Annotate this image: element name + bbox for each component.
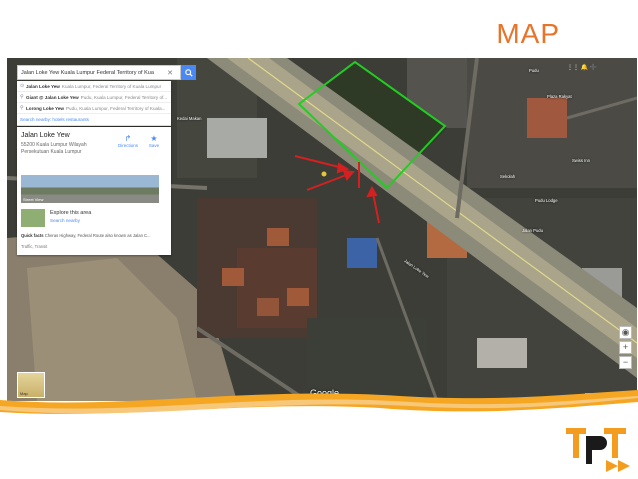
suggestion-title: Giant @ Jalan Loke Yew (26, 94, 79, 100)
suggestions-panel: ⊙ Jalan Loke Yew Kuala Lumpur, Federal T… (17, 81, 171, 126)
map-label: Plaza Rakyat (547, 94, 572, 99)
directions-button[interactable]: ↱ Directions (117, 134, 139, 148)
save-button[interactable]: ★ Save (143, 134, 165, 148)
place-address: 55200 Kuala Lumpur Wilayah Persekutuan K… (21, 142, 87, 155)
zoom-out-button[interactable]: − (619, 356, 632, 369)
street-view-thumbnail[interactable]: Street View (21, 175, 159, 203)
map-label: Sekolah (500, 174, 516, 179)
suggestion-title: Lorong Loke Yew (26, 105, 64, 111)
save-label: Save (148, 143, 160, 148)
notifications-icon[interactable]: 🔔 (581, 65, 588, 71)
street-view-label: Street View (23, 197, 44, 202)
map-label: Swiss Inn (572, 158, 590, 163)
place-name: Jalan Loke Yew (21, 132, 70, 139)
search-box[interactable]: ✕ (17, 65, 181, 80)
explore-title: Explore this area (50, 210, 92, 216)
map-label: Jalan Pudu (522, 228, 543, 233)
explore-thumbnail (21, 209, 45, 227)
suggestion-title: Jalan Loke Yew (26, 83, 60, 89)
zoom-controls: ◉ + − (619, 326, 632, 378)
search-nearby-link[interactable]: Search nearby: hotels restaurants (17, 114, 171, 126)
tpt-logo (566, 428, 630, 472)
apps-icon[interactable]: ⋮⋮ (567, 65, 579, 71)
zoom-in-button[interactable]: + (619, 341, 632, 354)
directions-icon: ↱ (124, 134, 132, 143)
search-icon (184, 68, 193, 77)
map-toolbar[interactable]: ⋮⋮ 🔔 ➕ (567, 64, 597, 71)
map-label: Pudu Lodge (535, 198, 558, 203)
map-label: Kedai Makan (177, 116, 202, 121)
explore-link[interactable]: Search nearby (50, 218, 80, 223)
suggestion-item[interactable]: ⚲ Lorong Loke Yew Pudu, Kuala Lumpur, Fe… (17, 103, 171, 114)
suggestion-item[interactable]: ⚲ Giant @ Jalan Loke Yew Pudu, Kuala Lum… (17, 92, 171, 103)
map-label: Pudu (529, 68, 539, 73)
star-icon: ★ (150, 134, 158, 143)
suggestion-subtitle: Pudu, Kuala Lumpur, Federal Territory of… (65, 105, 166, 111)
search-input[interactable] (18, 69, 166, 76)
suggestion-subtitle: Kuala Lumpur, Federal Territory of Kuala… (61, 83, 162, 89)
satellite-map[interactable]: Pudu Jalan Loke Yew Kedai Makan Pudu Lod… (7, 58, 637, 401)
suggestion-subtitle: Pudu, Kuala Lumpur, Federal Territory of… (80, 94, 168, 100)
share-icon[interactable]: ➕ (590, 65, 597, 71)
quick-facts: Quick facts Cheras Highway, Federal Rout… (21, 233, 167, 238)
search-button[interactable] (181, 65, 196, 80)
decorative-wave (0, 390, 638, 414)
close-icon[interactable]: ✕ (166, 69, 174, 77)
quick-facts-text: Cheras Highway, Federal Route also known… (44, 233, 151, 238)
slide-title: MAP (496, 18, 560, 49)
quick-facts-label: Quick facts (21, 233, 44, 238)
place-card: Jalan Loke Yew 55200 Kuala Lumpur Wilaya… (17, 127, 171, 255)
explore-area[interactable]: Explore this area Search nearby (21, 207, 167, 229)
compass-icon[interactable]: ◉ (619, 326, 632, 339)
directions-label: Directions (117, 143, 138, 148)
traffic-link[interactable]: Traffic, Transit (21, 244, 47, 249)
suggestion-item[interactable]: ⊙ Jalan Loke Yew Kuala Lumpur, Federal T… (17, 81, 171, 92)
